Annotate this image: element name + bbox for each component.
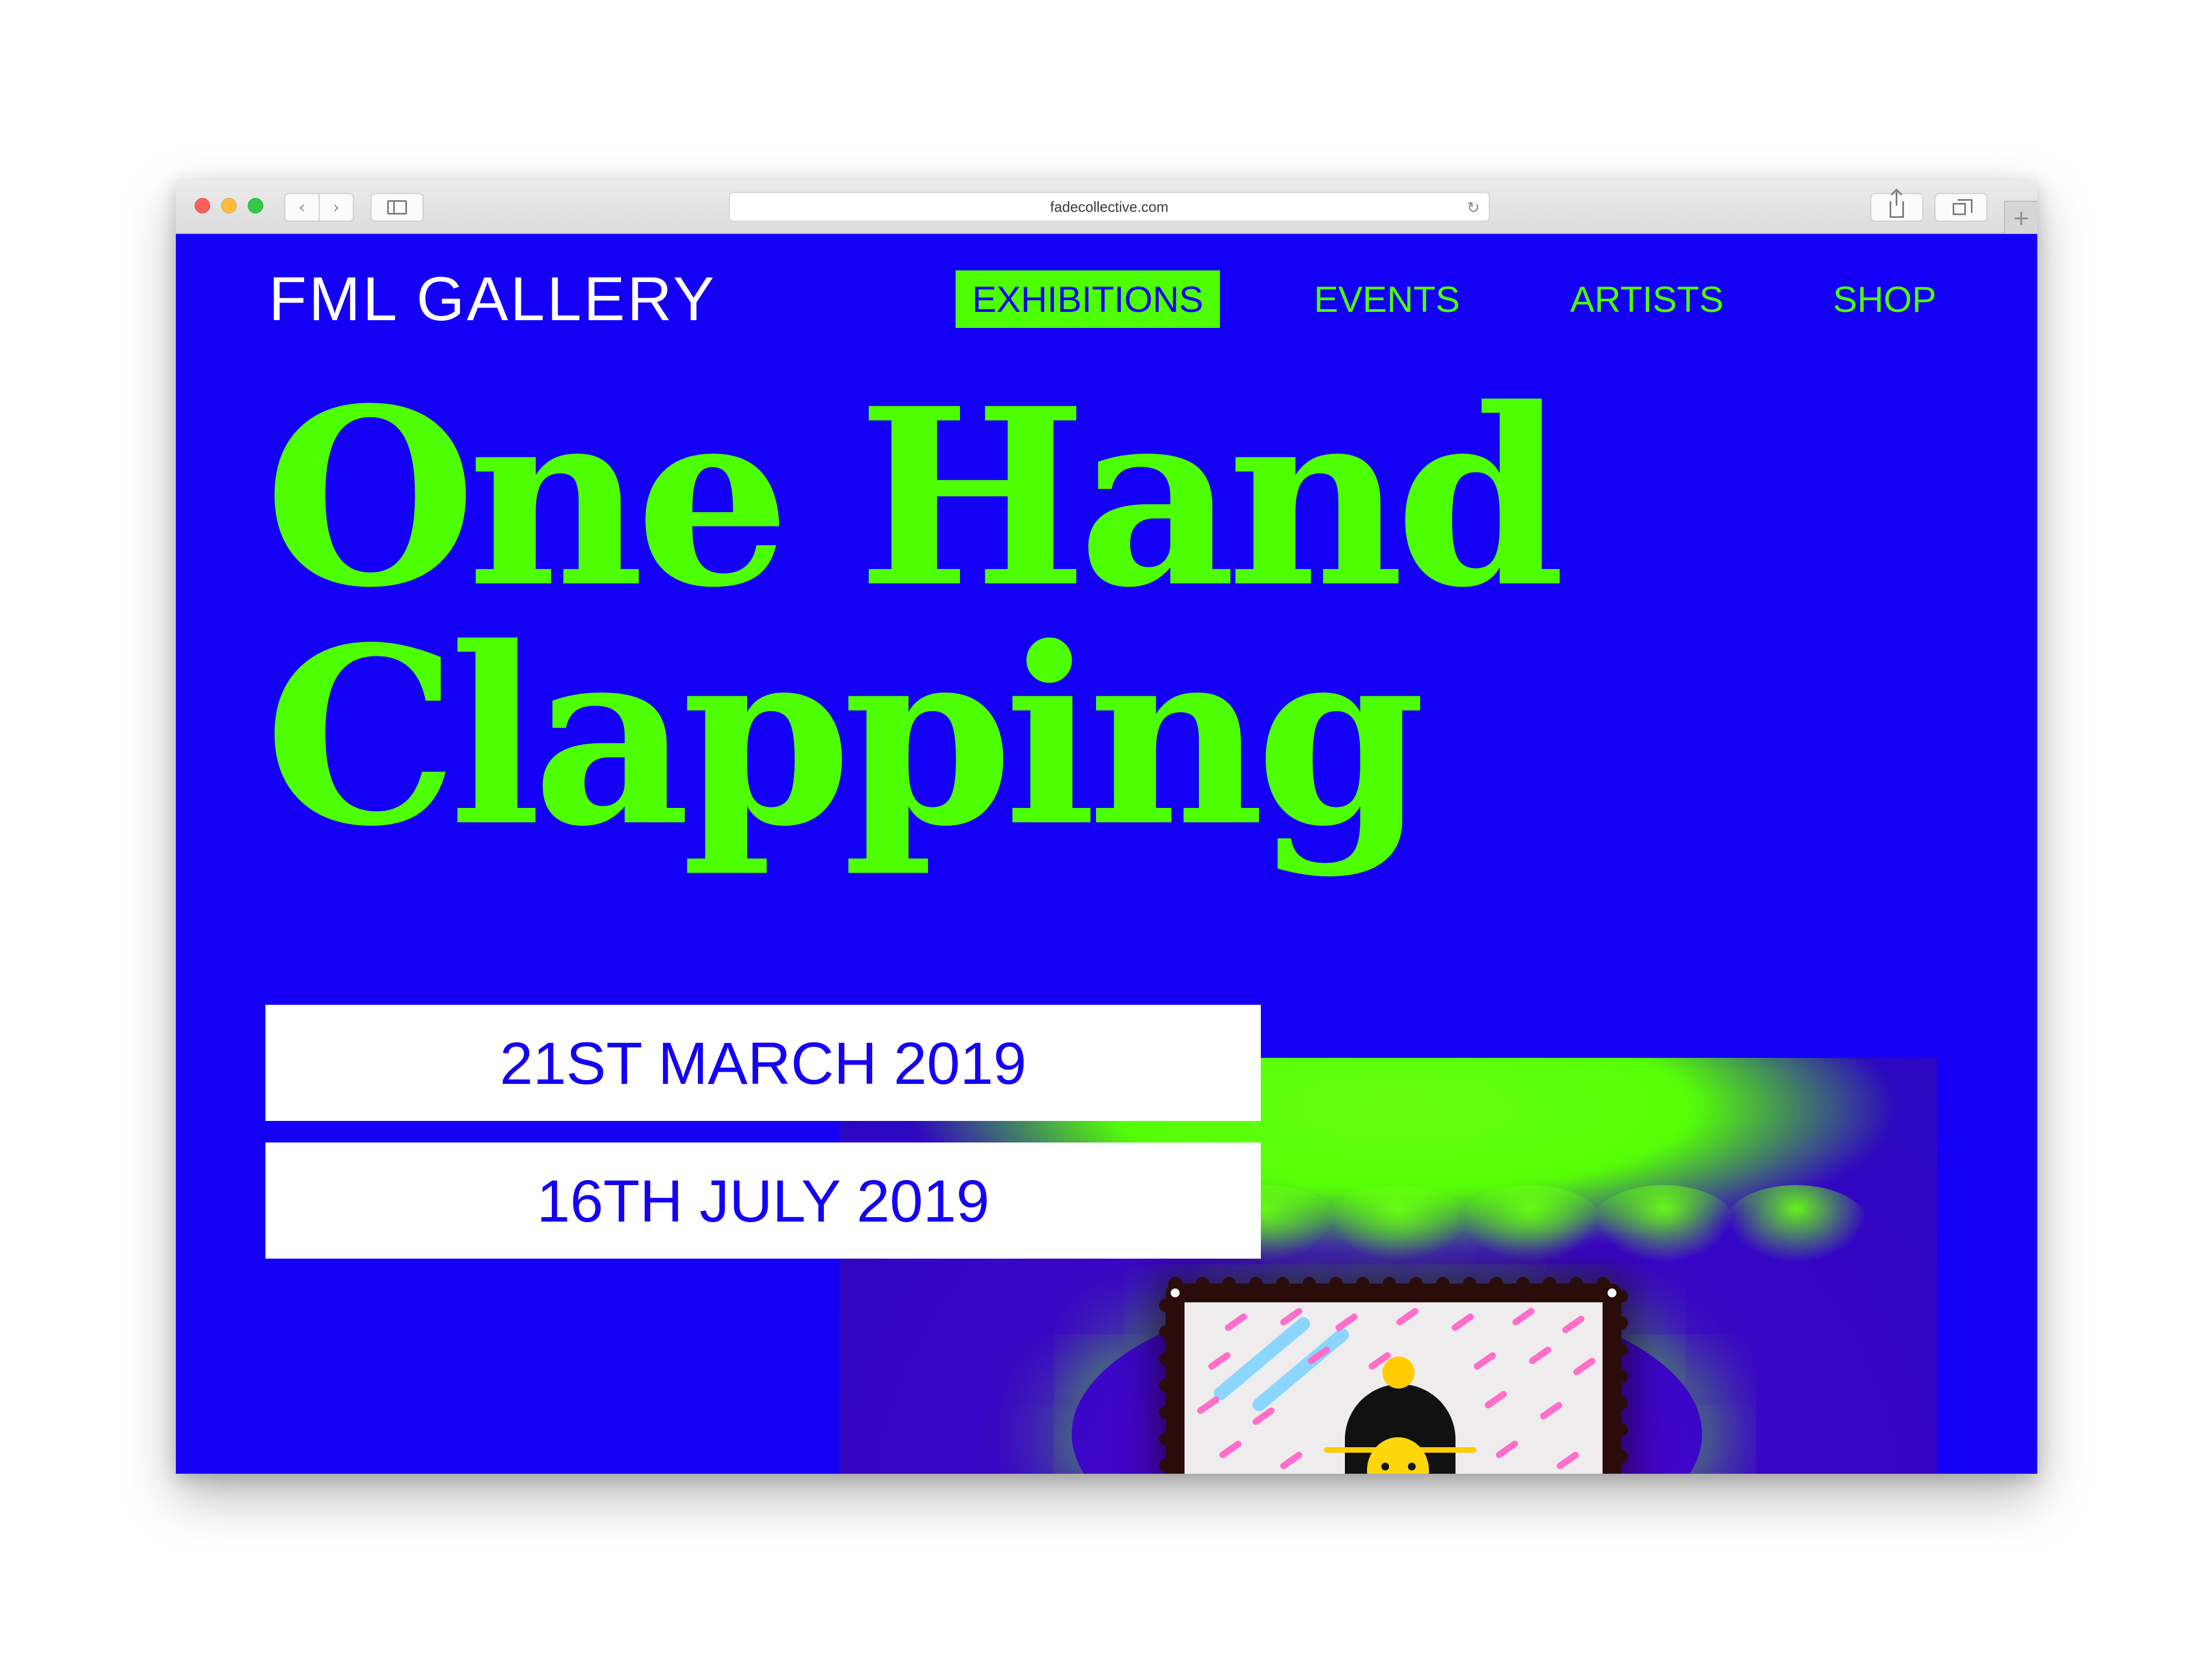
pink-dash	[1334, 1312, 1359, 1333]
nav-events[interactable]: EVENTS	[1314, 270, 1460, 328]
back-button[interactable]: ‹	[284, 193, 320, 222]
reload-icon[interactable]: ↻	[1467, 199, 1480, 217]
url-text: fadecollective.com	[1050, 198, 1168, 215]
pink-dash	[1196, 1395, 1221, 1416]
share-button[interactable]	[1870, 191, 1923, 222]
framed-portrait	[1185, 1302, 1603, 1474]
artwork-scallop	[1326, 1185, 1470, 1262]
artwork-scallop	[1592, 1185, 1735, 1262]
browser-window: ‹ › fadecollective.com ↻ + FML GALLERY E…	[176, 180, 2037, 1474]
minimize-window-button[interactable]	[221, 198, 237, 213]
pink-dash	[1279, 1450, 1304, 1471]
artwork-scallop	[1459, 1185, 1603, 1262]
nav-shop[interactable]: SHOP	[1829, 270, 1940, 328]
picture-frame	[1159, 1277, 1628, 1474]
zoom-window-button[interactable]	[248, 198, 263, 213]
pink-dash	[1218, 1439, 1243, 1460]
blue-stroke	[1250, 1326, 1352, 1414]
frame-nail	[1606, 1287, 1618, 1299]
pink-dash	[1223, 1312, 1249, 1333]
pink-dash	[1395, 1306, 1420, 1327]
browser-toolbar: ‹ › fadecollective.com ↻ +	[176, 180, 2037, 234]
exhibition-start-date: 21ST MARCH 2019	[265, 1005, 1261, 1121]
pink-dash	[1572, 1356, 1597, 1377]
chevron-right-icon: ›	[333, 197, 340, 217]
pink-dash	[1450, 1312, 1475, 1333]
exhibition-title-line-1: One Hand	[264, 355, 1566, 641]
pink-dash	[1472, 1350, 1498, 1371]
figure-bun	[1383, 1357, 1415, 1389]
chevron-left-icon: ‹	[299, 197, 305, 217]
pink-dash	[1527, 1345, 1553, 1366]
sidebar-icon	[387, 200, 407, 215]
figure-eye	[1381, 1463, 1389, 1470]
forward-button[interactable]: ›	[319, 193, 354, 222]
pink-dash	[1483, 1389, 1509, 1410]
tabs-icon	[1953, 199, 1973, 215]
new-tab-button[interactable]: +	[2004, 201, 2037, 234]
exhibition-title-line-2: Clapping	[264, 594, 1426, 880]
nav-artists[interactable]: ARTISTS	[1569, 270, 1724, 328]
gallery-page: FML GALLERY EXHIBITIONS EVENTS ARTISTS S…	[176, 234, 2037, 1474]
show-tabs-button[interactable]	[1934, 193, 1987, 222]
close-window-button[interactable]	[195, 198, 210, 213]
exhibition-end-date: 16TH JULY 2019	[265, 1142, 1261, 1259]
pink-dash	[1561, 1314, 1586, 1335]
pink-dash	[1538, 1400, 1564, 1421]
site-logo[interactable]: FML GALLERY	[269, 268, 717, 330]
artwork-scallop	[1724, 1185, 1868, 1262]
address-bar[interactable]: fadecollective.com ↻	[729, 192, 1490, 222]
nav-exhibitions[interactable]: EXHIBITIONS	[956, 270, 1220, 328]
sidebar-toggle-button[interactable]	[371, 193, 424, 222]
figure-eye	[1408, 1463, 1416, 1470]
share-icon	[1890, 191, 1904, 218]
pink-dash	[1494, 1439, 1520, 1460]
plus-icon: +	[2012, 206, 2030, 230]
pink-dash	[1555, 1450, 1580, 1471]
frame-nail	[1169, 1287, 1181, 1299]
pink-dash	[1207, 1350, 1232, 1371]
pink-dash	[1511, 1306, 1536, 1327]
